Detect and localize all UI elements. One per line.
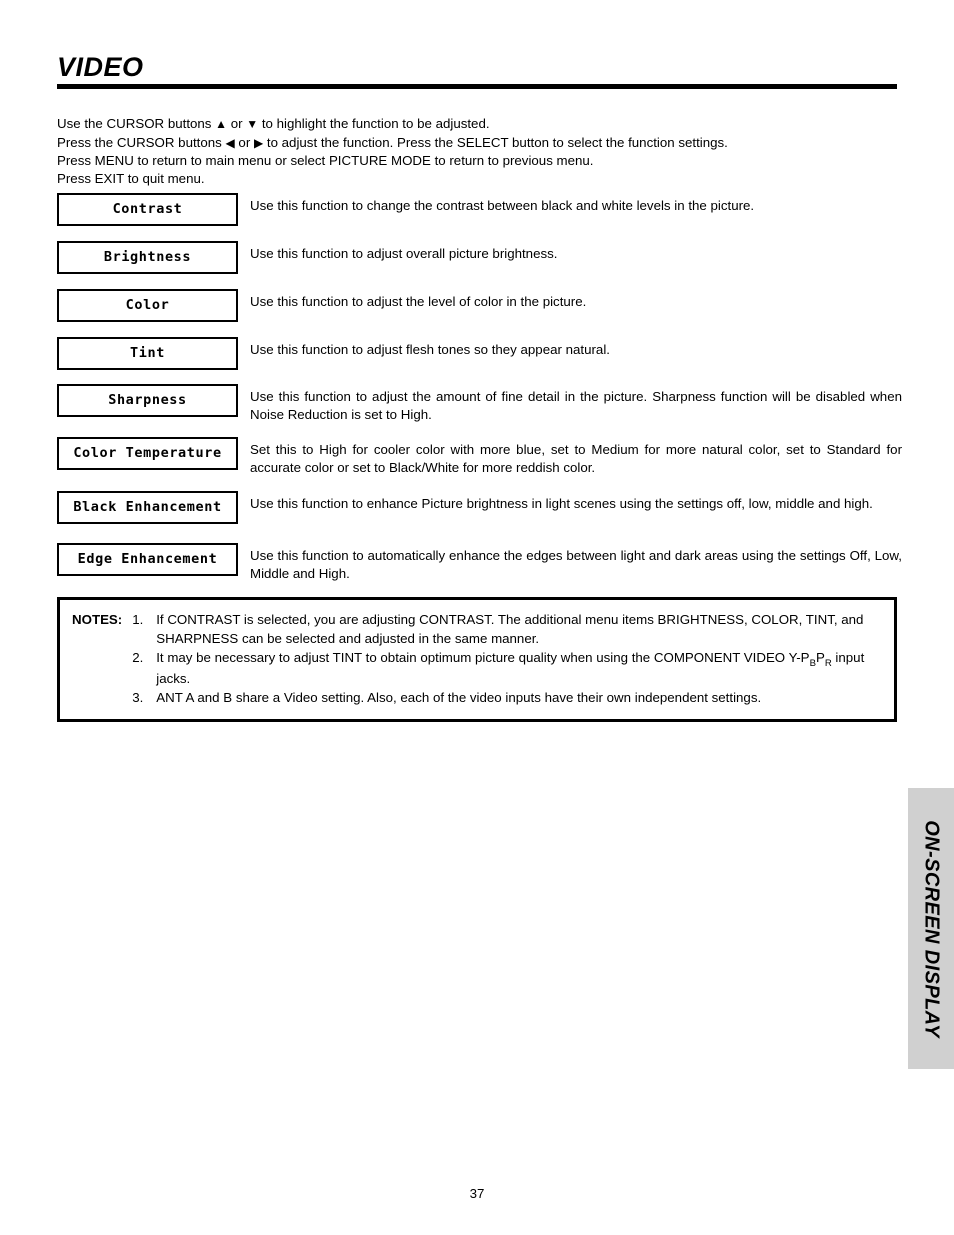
notes-label: NOTES:	[72, 612, 123, 627]
function-row: Sharpness Use this function to adjust th…	[57, 384, 902, 424]
menu-button-edge-enhancement[interactable]: Edge Enhancement	[57, 543, 238, 576]
function-description-edge-enhancement: Use this function to automatically enhan…	[250, 548, 902, 581]
function-row: Tint Use this function to adjust flesh t…	[57, 337, 902, 370]
function-description-brightness: Use this function to adjust overall pict…	[250, 246, 558, 261]
menu-button-tint[interactable]: Tint	[57, 337, 238, 370]
note-text: ANT A and B share a Video setting. Also,…	[156, 690, 762, 705]
function-description-tint: Use this function to adjust flesh tones …	[250, 342, 610, 357]
note-number: 3.	[132, 690, 144, 705]
function-description-color: Use this function to adjust the level of…	[250, 294, 587, 309]
intro-line-2-text-c: to adjust the function. Press the SELECT…	[263, 134, 728, 150]
function-list: Contrast Use this function to change the…	[57, 193, 902, 583]
cursor-down-arrow-icon: ▼	[246, 117, 259, 131]
intro-line-3: Press MENU to return to main menu or sel…	[57, 153, 594, 169]
note-item: 3. ANT A and B share a Video setting. Al…	[132, 688, 882, 707]
function-row: Contrast Use this function to change the…	[57, 193, 902, 226]
cursor-left-arrow-icon: ◀	[225, 135, 235, 150]
menu-button-contrast[interactable]: Contrast	[57, 193, 238, 226]
menu-button-brightness[interactable]: Brightness	[57, 241, 238, 274]
note-text-before: It may be necessary to adjust TINT to ob…	[156, 650, 810, 665]
cursor-right-arrow-icon: ▶	[253, 135, 264, 150]
note-number: 1.	[132, 612, 144, 627]
function-description-black-enhancement: Use this function to enhance Picture bri…	[250, 496, 873, 511]
page-title: VIDEO	[57, 52, 144, 82]
intro-line-1-text-a: Use the CURSOR buttons	[57, 116, 216, 131]
function-row: Edge Enhancement Use this function to au…	[57, 543, 902, 583]
note-item: 2. It may be necessary to adjust TINT to…	[132, 648, 882, 688]
notes-list: 1. If CONTRAST is selected, you are adju…	[132, 610, 882, 707]
note-text: It may be necessary to adjust TINT to ob…	[156, 648, 882, 688]
notes-box: NOTES: 1. If CONTRAST is selected, you a…	[57, 597, 897, 722]
intro-line-1: Use the CURSOR buttons ▲ or ▼ to highlig…	[57, 115, 907, 134]
function-row: Black Enhancement Use this function to e…	[57, 491, 902, 524]
cursor-up-arrow-icon: ▲	[215, 117, 228, 131]
function-description-color-temperature: Set this to High for cooler color with m…	[250, 442, 902, 475]
menu-button-color[interactable]: Color	[57, 289, 238, 322]
function-description-sharpness: Use this function to adjust the amount o…	[250, 389, 902, 422]
function-row: Color Use this function to adjust the le…	[57, 289, 902, 322]
intro-line-2: Press the CURSOR buttons ◀ or ▶ to adjus…	[57, 134, 907, 153]
function-description-contrast: Use this function to change the contrast…	[250, 198, 755, 213]
note-subscript-b: B	[809, 658, 816, 669]
menu-button-sharpness[interactable]: Sharpness	[57, 384, 238, 417]
section-tab-label: ON-SCREEN DISPLAY	[920, 819, 943, 1038]
function-row: Color Temperature Set this to High for c…	[57, 437, 902, 477]
intro-line-2-text-a: Press the CURSOR buttons	[57, 134, 226, 150]
intro-instructions: Use the CURSOR buttons ▲ or ▼ to highlig…	[57, 115, 907, 187]
note-subscript-r: R	[824, 658, 832, 669]
title-underline-rule	[57, 84, 897, 89]
intro-line-1-text-c: to highlight the function to be adjusted…	[258, 116, 490, 131]
intro-line-2-text-b: or	[234, 134, 254, 150]
intro-line-4: Press EXIT to quit menu.	[57, 170, 205, 186]
document-page: VIDEO Use the CURSOR buttons ▲ or ▼ to h…	[0, 0, 954, 1235]
intro-line-1-text-b: or	[227, 116, 247, 131]
note-text: If CONTRAST is selected, you are adjusti…	[156, 612, 864, 646]
note-number: 2.	[132, 650, 144, 665]
note-item: 1. If CONTRAST is selected, you are adju…	[132, 610, 882, 648]
menu-button-color-temperature[interactable]: Color Temperature	[57, 437, 238, 470]
function-row: Brightness Use this function to adjust o…	[57, 241, 902, 274]
menu-button-black-enhancement[interactable]: Black Enhancement	[57, 491, 238, 524]
section-tab-on-screen-display: ON-SCREEN DISPLAY	[908, 788, 954, 1069]
page-number: 37	[469, 1186, 485, 1201]
note-text-mid: P	[815, 650, 825, 665]
